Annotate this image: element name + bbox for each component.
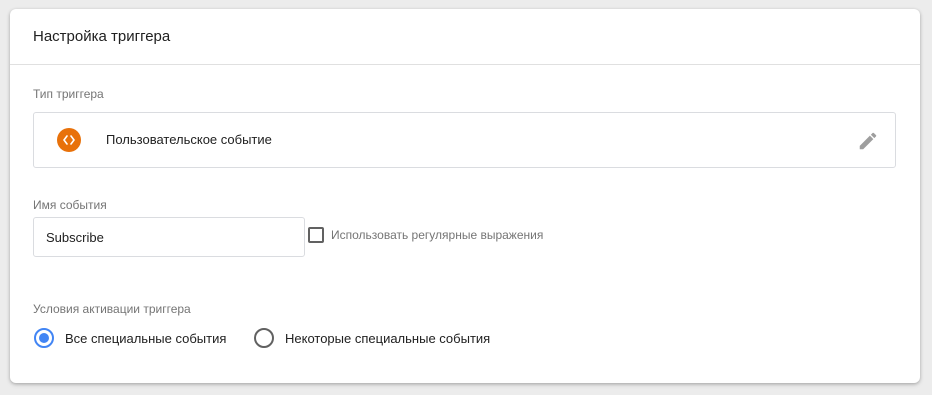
radio-some-events-label: Некоторые специальные события [285,330,491,346]
radio-dot-icon [39,333,49,343]
trigger-type-label: Тип триггера [33,87,104,101]
trigger-type-selector[interactable]: Пользовательское событие [33,112,896,168]
regex-checkbox[interactable] [308,227,324,243]
event-name-input[interactable] [33,217,305,257]
radio-button-selected[interactable] [34,328,54,348]
card-title: Настройка триггера [33,28,171,45]
pencil-icon[interactable] [857,130,879,152]
event-name-label: Имя события [33,198,107,212]
radio-all-events[interactable]: Все специальные события [34,328,226,348]
trigger-type-name: Пользовательское событие [106,132,272,147]
custom-event-icon [57,128,81,152]
regex-checkbox-label: Использовать регулярные выражения [331,228,544,242]
radio-button-unselected[interactable] [254,328,274,348]
radio-some-events[interactable]: Некоторые специальные события [254,328,490,348]
radio-all-events-label: Все специальные события [65,330,227,346]
card-header: Настройка триггера [10,9,920,65]
regex-option[interactable]: Использовать регулярные выражения [308,227,543,243]
trigger-config-card: Настройка триггера Тип триггера Пользова… [10,9,920,383]
activation-conditions-label: Условия активации триггера [33,302,191,316]
